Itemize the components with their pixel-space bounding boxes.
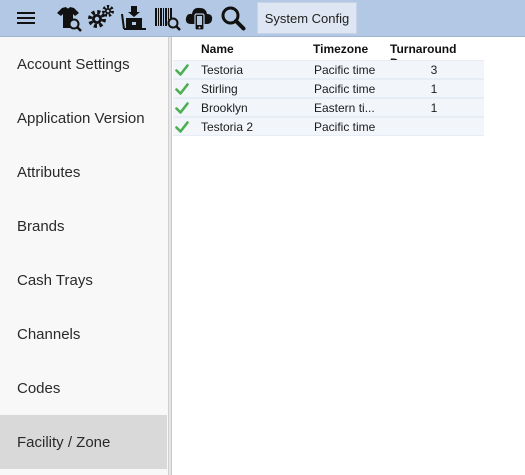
- barcode-search-icon[interactable]: [152, 3, 182, 33]
- sidebar-item-brands[interactable]: Brands: [0, 199, 167, 253]
- sidebar-item-channels[interactable]: Channels: [0, 307, 167, 361]
- cell-turnaround-days: 1: [430, 82, 438, 96]
- cell-turnaround-days: 1: [430, 101, 438, 115]
- tab-system-config[interactable]: System Config: [257, 2, 357, 34]
- cell-timezone: Pacific time: [314, 82, 376, 96]
- sidebar-item-attributes[interactable]: Attributes: [0, 145, 167, 199]
- column-header-timezone[interactable]: Timezone: [313, 42, 368, 56]
- cell-turnaround-days: 3: [430, 63, 438, 77]
- table-row[interactable]: Brooklyn Eastern ti... 1: [173, 98, 484, 117]
- cell-name: Stirling: [201, 82, 238, 96]
- sidebar-item-facility-zone[interactable]: Facility / Zone: [0, 415, 167, 469]
- shirt-search-icon[interactable]: [53, 3, 83, 33]
- cloud-mobile-icon[interactable]: [184, 3, 214, 33]
- check-icon: [175, 83, 189, 95]
- sidebar-item-cash-trays[interactable]: Cash Trays: [0, 253, 167, 307]
- sidebar-item-codes[interactable]: Codes: [0, 361, 167, 415]
- table-row[interactable]: Testoria 2 Pacific time: [173, 117, 484, 136]
- check-icon: [175, 64, 189, 76]
- cell-timezone: Pacific time: [314, 120, 376, 134]
- sidebar-item-application-version[interactable]: Application Version: [0, 91, 167, 145]
- column-header-name[interactable]: Name: [201, 42, 234, 56]
- sidebar-item-account-settings[interactable]: Account Settings: [0, 37, 167, 91]
- sidebar-nav: Account Settings Application Version Att…: [0, 37, 168, 475]
- table-row[interactable]: Stirling Pacific time 1: [173, 79, 484, 98]
- cell-name: Brooklyn: [201, 101, 248, 115]
- check-icon: [175, 121, 189, 133]
- menu-icon[interactable]: [11, 3, 41, 33]
- cell-timezone: Pacific time: [314, 63, 376, 77]
- cell-timezone: Eastern ti...: [314, 101, 375, 115]
- check-icon: [175, 102, 189, 114]
- cell-name: Testoria: [201, 63, 244, 77]
- cell-name: Testoria 2: [201, 120, 254, 134]
- box-dolly-icon[interactable]: [119, 3, 149, 33]
- search-icon[interactable]: [218, 3, 248, 33]
- table-row[interactable]: Testoria Pacific time 3: [173, 60, 484, 79]
- grid-header: Name Timezone Turnaround Days: [173, 40, 485, 70]
- gears-icon[interactable]: [86, 3, 116, 33]
- splitter-handle[interactable]: [168, 37, 172, 475]
- top-toolbar: System Config: [0, 0, 525, 37]
